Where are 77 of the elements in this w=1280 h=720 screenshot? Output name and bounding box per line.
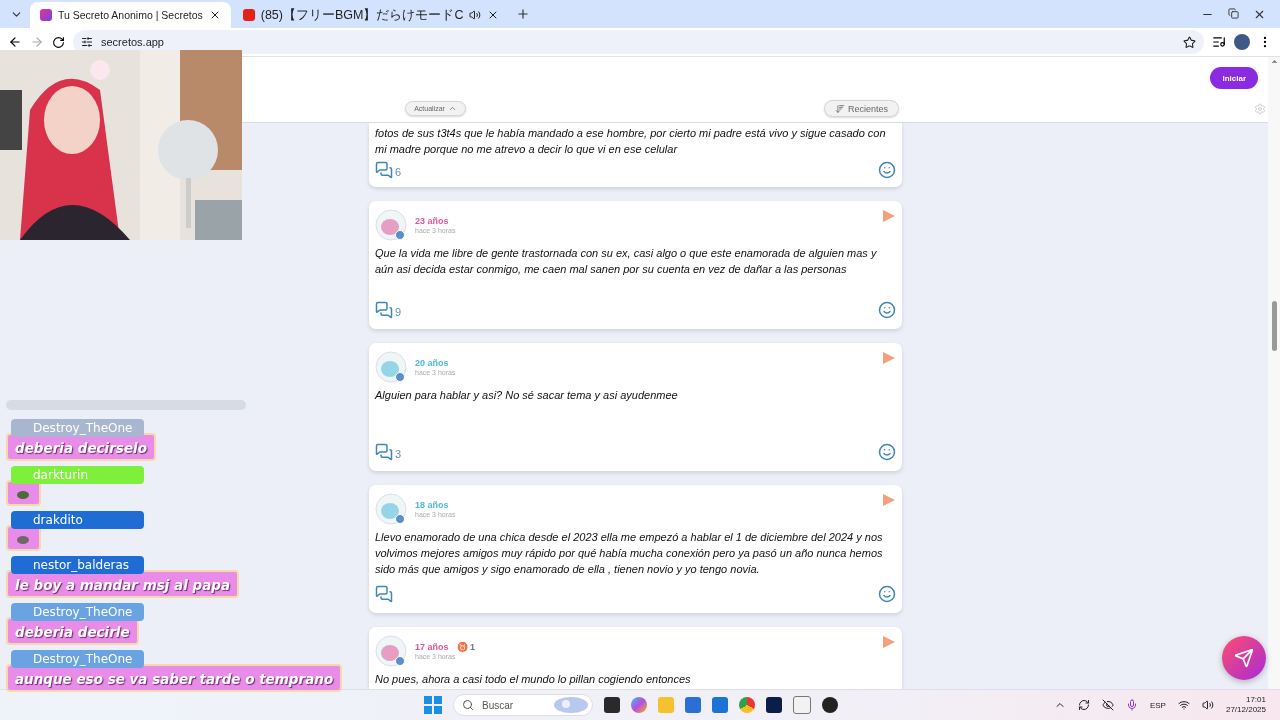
avatar-icon bbox=[375, 351, 407, 383]
video-favicon-icon bbox=[242, 9, 255, 21]
bookmark-star-icon[interactable] bbox=[1183, 35, 1196, 49]
address-bar[interactable]: secretos.app bbox=[73, 30, 1204, 54]
chat-username: Destroy_TheOne bbox=[11, 419, 144, 437]
plus-icon bbox=[516, 7, 531, 21]
reload-icon[interactable] bbox=[52, 35, 65, 49]
sort-icon bbox=[835, 103, 845, 114]
age-label: 17 años bbox=[415, 642, 449, 652]
play-triangle-icon[interactable] bbox=[882, 351, 896, 365]
scroll-up-icon[interactable] bbox=[1269, 57, 1279, 66]
emote-icon bbox=[17, 490, 29, 499]
sync-icon[interactable] bbox=[1077, 699, 1090, 711]
copilot-icon[interactable] bbox=[631, 697, 647, 713]
browser-tab[interactable]: (85)【フリーBGM】だらけモードC bbox=[232, 2, 510, 28]
post-text: Llevo enamorado de una chica desde el 2023 ella me empezó a hablar el 1 de diciembre del 2024 y nos volvimos mejores amigos muy rápido por qué había mucha conexión pero ya pasó un año nunca hemos sido más que amigos y sigo enamorado de ella , tienen novio y yo tengo novia. bbox=[375, 530, 884, 577]
post-text: Alguien para hablar y asi? No sé sacar tema y asi ayudenmee bbox=[375, 388, 679, 403]
chat-username: Destroy_TheOne bbox=[11, 650, 144, 668]
back-icon[interactable] bbox=[8, 35, 22, 49]
chat-username: drakdito bbox=[11, 511, 144, 529]
paper-plane-icon bbox=[1234, 648, 1254, 668]
login-button[interactable]: Iniciar bbox=[1210, 67, 1258, 89]
post-text: fotos de sus t3t4s que le había mandado a ese hombre, por cierto mi padre está vivo y sigue casado con mi madre porque no me atrevo a decir lo que vi en ese celular bbox=[375, 126, 887, 157]
sort-button[interactable]: Recientes bbox=[824, 100, 899, 117]
smiley-icon[interactable] bbox=[878, 585, 896, 603]
age-label: 18 años bbox=[415, 500, 449, 510]
post-text: No pues, ahora a casi todo el mundo lo pillan cogiendo entonces bbox=[375, 672, 692, 687]
browser-icon[interactable] bbox=[739, 697, 755, 713]
age-label: 23 años bbox=[415, 216, 449, 226]
eye-off-icon[interactable] bbox=[1101, 699, 1114, 711]
language-indicator[interactable]: ESP bbox=[1149, 700, 1166, 710]
site-favicon-icon bbox=[40, 9, 52, 21]
search-icon bbox=[462, 699, 474, 711]
forward-icon[interactable] bbox=[30, 35, 44, 49]
search-highlight-icon bbox=[554, 697, 588, 713]
smiley-icon[interactable] bbox=[878, 301, 896, 319]
smiley-icon[interactable] bbox=[878, 161, 896, 179]
chevron-up-icon bbox=[447, 104, 457, 113]
restore-icon[interactable] bbox=[1228, 7, 1239, 19]
media-control-icon[interactable] bbox=[1212, 35, 1226, 49]
scrollbar[interactable] bbox=[1268, 57, 1280, 689]
smiley-icon[interactable] bbox=[878, 443, 896, 461]
task-view-icon[interactable] bbox=[604, 697, 620, 713]
browser-tab[interactable]: Tu Secreto Anonimo | Secretos bbox=[30, 2, 231, 28]
zodiac-label: ♉ 1 bbox=[456, 642, 476, 652]
age-label: 20 años bbox=[415, 358, 449, 368]
chat-message: le boy a mandar msj al papa bbox=[6, 570, 240, 598]
comments-icon[interactable] bbox=[375, 301, 393, 319]
avatar-icon bbox=[375, 493, 407, 525]
comments-icon[interactable] bbox=[375, 161, 393, 179]
chat-username: Destroy_TheOne bbox=[11, 603, 144, 621]
play-triangle-icon[interactable] bbox=[882, 635, 896, 649]
document-icon[interactable] bbox=[793, 696, 811, 714]
comment-count: 6 bbox=[395, 166, 402, 178]
chat-username: darkturin bbox=[11, 466, 144, 484]
profile-avatar[interactable] bbox=[1234, 34, 1250, 50]
post-text: Que la vida me libre de gente trastornada con su ex, casi algo o que este enamorada de alguien mas y aún asi decida estar conmigo, me caen mal sanen por su cuenta en vez de dañar a las personas bbox=[375, 246, 878, 277]
comments-icon[interactable] bbox=[375, 585, 393, 603]
url-text: secretos.app bbox=[101, 36, 165, 48]
emote-icon bbox=[17, 535, 29, 544]
taskbar-search-field[interactable]: Buscar bbox=[453, 694, 593, 716]
chat-username: nestor_balderas bbox=[11, 556, 144, 574]
comments-icon[interactable] bbox=[375, 443, 393, 461]
comment-count: 3 bbox=[395, 448, 402, 460]
windows-start-icon[interactable] bbox=[424, 696, 442, 714]
avatar-icon bbox=[375, 635, 407, 667]
play-triangle-icon[interactable] bbox=[882, 209, 896, 223]
photo-editor-icon[interactable] bbox=[766, 697, 782, 713]
microphone-icon[interactable] bbox=[1125, 699, 1138, 711]
avatar-icon bbox=[375, 209, 407, 241]
volume-icon[interactable] bbox=[1201, 699, 1214, 711]
comment-count: 9 bbox=[395, 306, 402, 318]
site-settings-icon[interactable] bbox=[81, 36, 93, 48]
wifi-icon[interactable] bbox=[1177, 699, 1190, 711]
play-triangle-icon[interactable] bbox=[882, 493, 896, 507]
recorder-icon[interactable] bbox=[822, 697, 838, 713]
clock[interactable]: 17:01 27/12/2025 bbox=[1225, 695, 1266, 715]
